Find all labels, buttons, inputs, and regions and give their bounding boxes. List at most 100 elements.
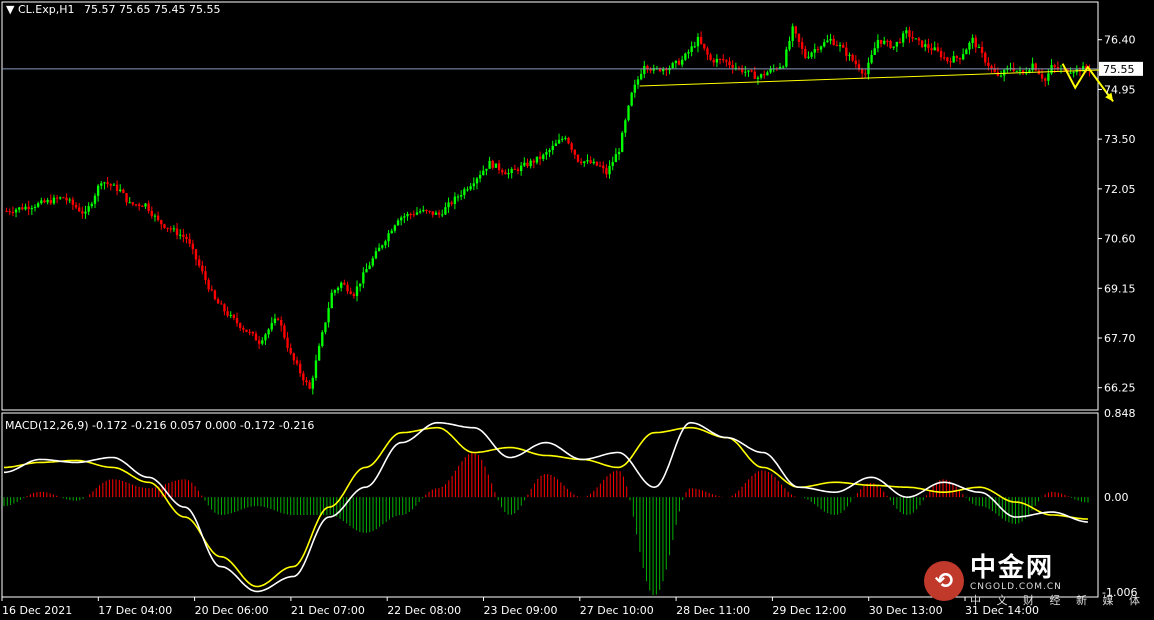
candle-body <box>223 304 226 312</box>
candle-body <box>220 303 223 305</box>
candle-body <box>358 283 362 287</box>
candle-body <box>428 210 431 212</box>
candle-body <box>958 57 962 60</box>
candle-body <box>311 377 314 389</box>
candle-body <box>235 318 239 324</box>
candle-body <box>715 58 719 63</box>
candle-body <box>298 363 302 374</box>
timeframe-dropdown-icon[interactable]: ▼ <box>6 3 14 16</box>
watermark-name: 中金网 <box>970 553 1055 583</box>
candle-body <box>933 47 936 51</box>
candle-body <box>412 214 416 216</box>
candle-body <box>1034 63 1037 71</box>
candle-body <box>160 220 163 225</box>
candle-body <box>990 66 993 69</box>
candle-body <box>352 293 356 296</box>
candle-body <box>371 258 374 266</box>
candle-body <box>583 161 586 164</box>
candle-body <box>5 211 8 213</box>
candle-body <box>185 236 188 240</box>
candle-body <box>759 74 763 78</box>
candle-body <box>491 160 494 168</box>
candle-body <box>226 311 229 316</box>
candle-body <box>71 199 75 205</box>
candle-body <box>333 290 337 293</box>
candle-body <box>744 71 747 73</box>
candle-body <box>504 172 507 175</box>
candle-body <box>914 38 917 40</box>
candle-body <box>1072 72 1075 74</box>
candle-body <box>52 197 56 204</box>
candle-body <box>472 183 475 187</box>
candle-body <box>1053 65 1056 68</box>
candle-body <box>444 207 447 215</box>
candle-body <box>415 212 419 215</box>
candle-body <box>270 323 273 330</box>
candle-body <box>340 282 343 288</box>
candle-body <box>696 37 700 47</box>
candle-body <box>905 30 908 34</box>
candle-body <box>823 42 826 47</box>
watermark-tagline: 中 文 财 经 新 媒 体 <box>970 594 1146 607</box>
candle-body <box>1069 72 1072 74</box>
candle-body <box>838 45 842 47</box>
candle-body <box>418 211 422 213</box>
candle-body <box>393 225 397 231</box>
candle-body <box>763 74 766 76</box>
candle-body <box>561 138 564 140</box>
x-tick-label: 16 Dec 2021 <box>2 604 72 617</box>
x-tick-label: 29 Dec 12:00 <box>772 604 846 617</box>
candle-body <box>43 200 46 203</box>
candle-body <box>286 337 289 348</box>
candle-body <box>1015 70 1018 72</box>
candle-body <box>30 207 34 210</box>
candle-body <box>864 73 867 75</box>
candle-body <box>324 322 327 333</box>
candle-body <box>943 57 946 59</box>
candle-body <box>917 38 921 41</box>
candle-body <box>854 60 857 65</box>
candle-body <box>24 206 27 210</box>
candle-body <box>434 212 438 215</box>
price-chart[interactable]: 76.40 74.95 73.50 72.05 70.60 69.15 67.70 66.25… <box>0 0 1154 620</box>
candle-body <box>74 204 78 208</box>
y-tick-label: 76.40 <box>1104 34 1136 47</box>
candle-body <box>835 44 839 46</box>
candle-body <box>1003 69 1006 76</box>
candle-body <box>437 212 441 215</box>
candle-body <box>898 41 902 43</box>
candle-body <box>800 42 804 49</box>
candle-body <box>355 286 359 296</box>
candle-body <box>400 217 403 221</box>
candle-body <box>179 234 182 236</box>
candle-body <box>589 160 592 164</box>
x-tick-label: 20 Dec 06:00 <box>195 604 269 617</box>
candle-body <box>55 197 59 199</box>
candle-body <box>968 42 971 50</box>
x-tick-label: 22 Dec 08:00 <box>387 604 461 617</box>
candle-body <box>447 202 450 208</box>
candle-body <box>343 282 346 285</box>
candle-body <box>523 162 526 166</box>
candle-body <box>144 203 147 207</box>
candle-body <box>949 61 952 63</box>
candle-body <box>946 57 949 62</box>
x-tick-label: 17 Dec 04:00 <box>98 604 172 617</box>
candle-body <box>974 37 977 48</box>
candle-body <box>103 182 106 184</box>
candle-body <box>166 227 169 229</box>
candle-body <box>709 54 712 60</box>
y-tick-label: 73.50 <box>1104 133 1136 146</box>
candle-body <box>797 33 801 43</box>
candle-body <box>169 228 172 230</box>
candle-body <box>40 200 43 204</box>
candle-body <box>295 360 299 364</box>
candle-body <box>453 196 457 204</box>
candle-body <box>832 38 835 45</box>
candle-body <box>463 189 466 196</box>
candle-body <box>194 249 198 260</box>
candle-body <box>18 207 21 210</box>
cngold-logo-icon: ⟲ <box>924 561 965 601</box>
candle-body <box>497 163 501 170</box>
candle-body <box>1044 78 1047 81</box>
